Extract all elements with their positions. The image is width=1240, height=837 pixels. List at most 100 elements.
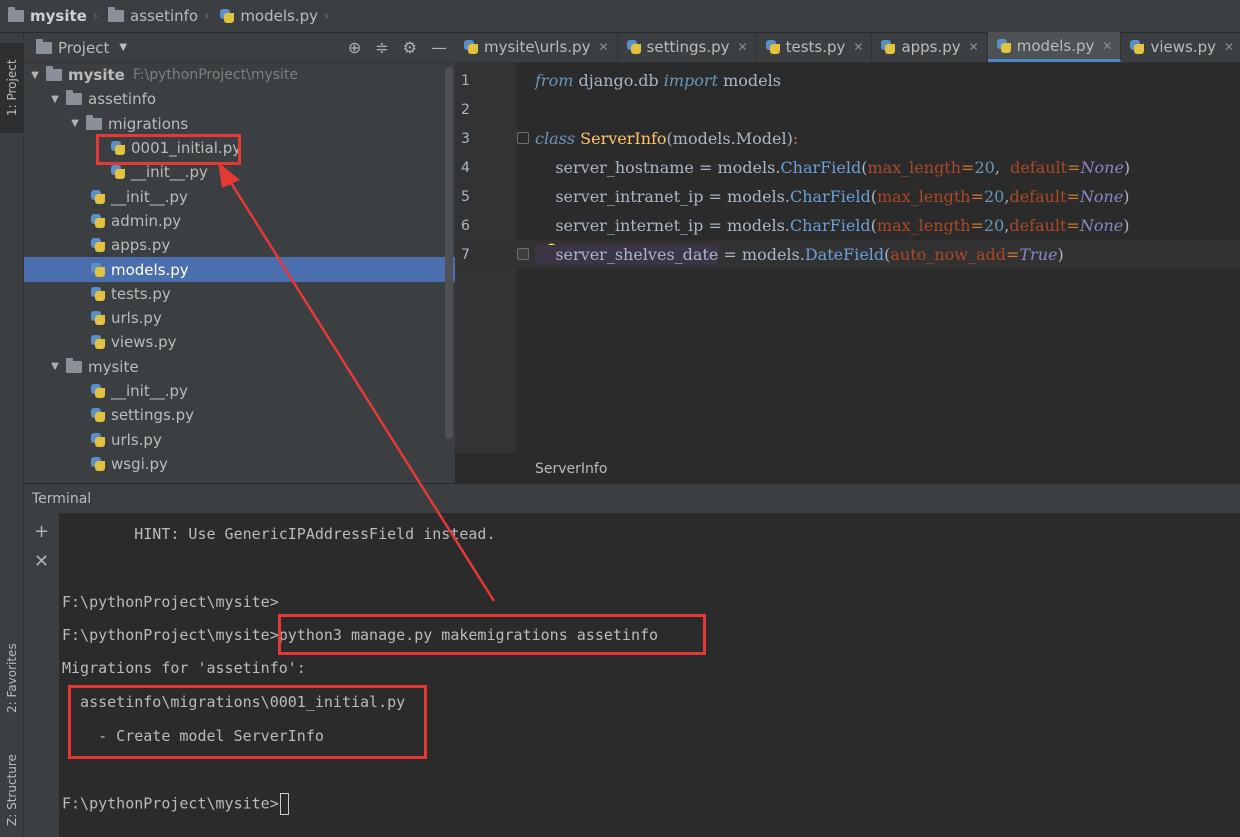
tree-item-admin[interactable]: admin.py: [24, 209, 455, 233]
tree-item-models[interactable]: models.py: [24, 257, 455, 282]
expand-arrow-icon[interactable]: ▼: [68, 118, 82, 129]
navigation-breadcrumb: mysite › assetinfo › models.py ›: [0, 0, 1240, 33]
breadcrumb-item-mysite[interactable]: mysite ›: [8, 7, 104, 25]
tree-item-urls[interactable]: urls.py: [24, 306, 455, 330]
close-session-icon[interactable]: ✕: [34, 551, 49, 572]
terminal-line-hint: HINT: Use GenericIPAddressField instead.: [62, 525, 496, 543]
code-area[interactable]: 1 from django.db import models 2 3 class…: [455, 66, 1240, 269]
python-file-icon: [626, 39, 642, 55]
hide-panel-icon[interactable]: —: [431, 39, 447, 57]
project-view-selector[interactable]: Project: [58, 39, 109, 57]
python-file-icon: [765, 39, 781, 55]
python-file-icon: [219, 8, 235, 24]
dropdown-arrow-icon[interactable]: ▼: [119, 42, 127, 53]
code-line-5: 5 server_intranet_ip = models.CharField(…: [461, 187, 1130, 206]
folder-icon: [46, 66, 62, 82]
code-line-1: 1 from django.db import models: [461, 71, 781, 90]
python-file-icon: [90, 383, 106, 399]
python-file-icon: [463, 39, 479, 55]
python-file-icon: [90, 432, 106, 448]
favorites-tool-tab[interactable]: 2: Favorites: [0, 633, 24, 723]
project-panel: Project ▼ ⊕ ≑ ⚙ — ▼ mysite F:\pythonProj…: [24, 33, 455, 483]
tab-tests[interactable]: tests.py ✕: [757, 32, 873, 62]
tree-item-mysite-init[interactable]: __init__.py: [24, 379, 455, 403]
close-icon[interactable]: ✕: [853, 40, 863, 54]
left-tool-strip: 1: Project 2: Favorites Z: Structure: [0, 33, 24, 837]
terminal-line-prompt-2: F:\pythonProject\mysite>: [62, 793, 289, 815]
folder-icon: [8, 7, 24, 22]
tree-item-mysite-urls[interactable]: urls.py: [24, 427, 455, 451]
expand-arrow-icon[interactable]: ▼: [28, 70, 42, 81]
chevron-right-icon: ›: [324, 8, 330, 24]
folder-icon: [66, 357, 82, 373]
tree-item-tests[interactable]: tests.py: [24, 282, 455, 306]
tree-item-settings[interactable]: settings.py: [24, 403, 455, 427]
folder-icon: [108, 7, 125, 22]
close-icon[interactable]: ✕: [969, 40, 979, 54]
code-line-6: 6 server_internet_ip = models.CharField(…: [461, 216, 1130, 235]
editor-tabs: mysite\urls.py ✕ settings.py ✕ tests.py …: [455, 32, 1240, 63]
project-tool-tab[interactable]: 1: Project: [0, 43, 24, 133]
project-icon: [36, 38, 52, 54]
collapse-all-icon[interactable]: ≑: [375, 39, 388, 57]
python-file-icon: [90, 310, 106, 326]
chevron-right-icon: ›: [92, 8, 99, 24]
folder-icon: [66, 90, 82, 106]
locate-target-icon[interactable]: ⊕: [348, 39, 361, 57]
vertical-scrollbar[interactable]: [445, 67, 453, 439]
tab-mysite-urls[interactable]: mysite\urls.py ✕: [455, 32, 618, 62]
breadcrumb-item-assetinfo[interactable]: assetinfo ›: [108, 7, 215, 25]
editor-structure-breadcrumb[interactable]: ServerInfo: [535, 461, 607, 477]
terminal-toolbar: + ✕: [24, 513, 59, 837]
tab-settings[interactable]: settings.py ✕: [618, 32, 757, 62]
tree-item-apps[interactable]: apps.py: [24, 233, 455, 257]
terminal-header: Terminal: [24, 483, 1240, 513]
expand-arrow-icon[interactable]: ▼: [48, 361, 62, 372]
close-icon[interactable]: ✕: [1102, 39, 1112, 53]
tab-models[interactable]: models.py ✕: [987, 32, 1122, 62]
annotation-box-output: [68, 685, 427, 759]
tab-views[interactable]: views.py ✕: [1121, 32, 1240, 62]
tree-item-wsgi[interactable]: wsgi.py: [24, 452, 455, 476]
tree-item-assetinfo-init[interactable]: __init__.py: [24, 184, 455, 208]
fold-marker-icon[interactable]: [517, 132, 529, 144]
python-file-icon: [90, 189, 106, 205]
python-file-icon: [90, 407, 106, 423]
text-cursor: [279, 793, 289, 815]
python-file-icon: [90, 286, 106, 302]
python-file-icon: [90, 237, 106, 253]
folder-icon: [86, 114, 102, 130]
python-file-icon: [880, 39, 896, 55]
breadcrumb-item-models[interactable]: models.py ›: [219, 7, 335, 25]
tree-item-views[interactable]: views.py: [24, 330, 455, 354]
fold-end-marker-icon[interactable]: [517, 248, 529, 260]
tree-item-mysite-package[interactable]: ▼ mysite: [24, 355, 455, 379]
code-line-4: 4 server_hostname = models.CharField(max…: [461, 158, 1131, 177]
terminal-output[interactable]: HINT: Use GenericIPAddressField instead.…: [59, 513, 1240, 837]
code-line-3: 3 class ServerInfo(models.Model):: [461, 129, 799, 148]
tree-item-assetinfo[interactable]: ▼ assetinfo: [24, 87, 455, 111]
close-icon[interactable]: ✕: [738, 40, 748, 54]
code-line-7: 7 💡 server_shelves_date = models.DateFie…: [455, 240, 1240, 269]
terminal-line-migrations-for: Migrations for 'assetinfo':: [62, 659, 306, 677]
expand-arrow-icon[interactable]: ▼: [48, 94, 62, 105]
project-panel-header: Project ▼ ⊕ ≑ ⚙ —: [24, 33, 455, 63]
tree-item-mysite-root[interactable]: ▼ mysite F:\pythonProject\mysite: [24, 63, 455, 87]
annotation-box-command: [278, 614, 706, 655]
structure-tool-tab[interactable]: Z: Structure: [0, 743, 24, 837]
annotation-box-migration-file: [96, 134, 241, 165]
python-file-icon: [110, 164, 126, 180]
tree-item-migrations[interactable]: ▼ migrations: [24, 112, 455, 136]
close-icon[interactable]: ✕: [1224, 40, 1234, 54]
python-file-icon: [1129, 39, 1145, 55]
code-line-2: 2: [461, 101, 470, 118]
code-editor: mysite\urls.py ✕ settings.py ✕ tests.py …: [455, 32, 1240, 483]
python-file-icon: [90, 456, 106, 472]
python-file-icon: [90, 213, 106, 229]
python-file-icon: [90, 334, 106, 350]
gear-icon[interactable]: ⚙: [403, 39, 417, 57]
new-session-plus-icon[interactable]: +: [34, 521, 49, 542]
close-icon[interactable]: ✕: [598, 40, 608, 54]
tab-apps[interactable]: apps.py ✕: [872, 32, 988, 62]
chevron-right-icon: ›: [204, 8, 210, 24]
